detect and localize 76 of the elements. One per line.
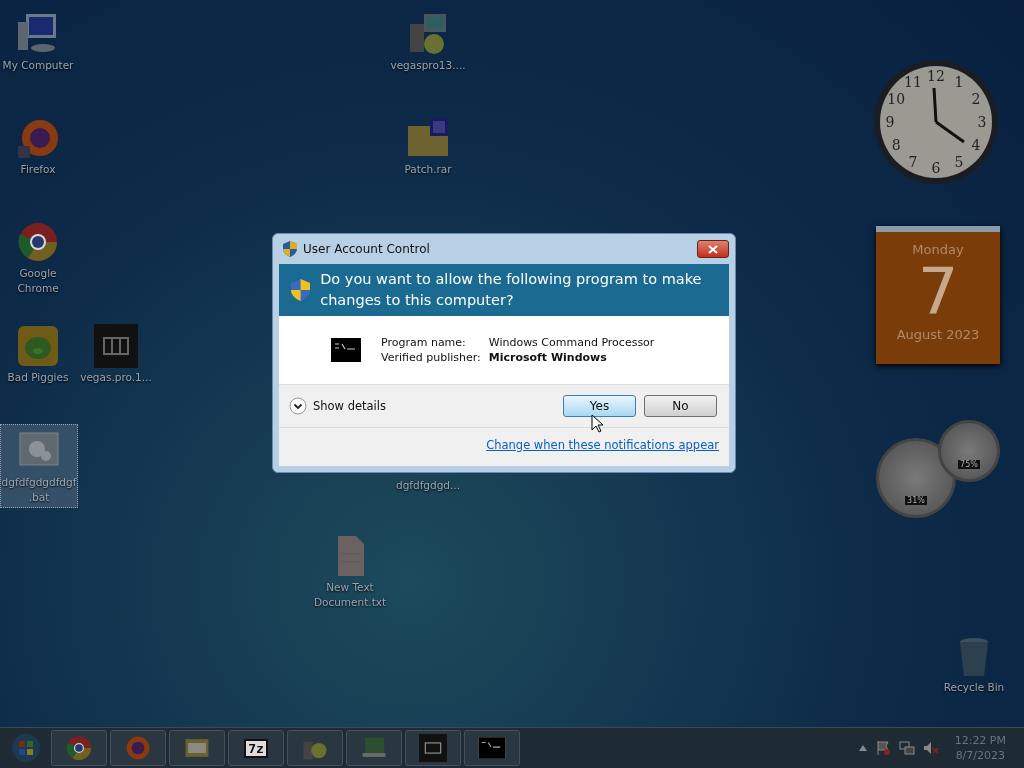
show-details-toggle[interactable]: Show details [289,397,555,415]
clock-numeral: 1 [954,74,964,91]
clock-numeral: 8 [891,137,901,153]
window-title: User Account Control [303,242,431,256]
gauge-reading: 75% [958,460,980,469]
detail-label: Program name: [381,336,467,349]
clock-numeral: 12 [927,68,945,84]
icon-label: My Computer [2,58,74,73]
mouse-cursor-icon [591,414,603,433]
command-prompt-icon [331,338,361,362]
film-icon [419,734,447,762]
icon-label: Firefox [20,162,56,177]
taskbar-button[interactable] [346,730,402,766]
caret-up-icon [858,745,867,751]
dialog-button[interactable]: No [644,395,717,417]
detail-label: Verified publisher: [381,351,481,364]
dialog-button[interactable]: Yes [563,395,636,417]
shield-icon [283,241,297,257]
desktop-icon[interactable]: vegas.pro.1... [78,320,154,387]
desktop-icon[interactable]: New Text Document.txt [312,530,388,612]
taskbar-button[interactable] [287,730,343,766]
taskbar-button[interactable] [51,730,107,766]
detail-value: Microsoft Windows [488,351,608,364]
question-text: Do you want to allow the following program to make changes to this computer? [320,270,703,310]
taskbar-button[interactable] [405,730,461,766]
flag-icon [874,740,891,756]
settings-link[interactable]: Change when these notifications appear [486,438,719,452]
clock-numeral: 6 [931,160,941,176]
icon-label: dgfdfgdgd... [395,478,461,493]
calendar-month: August 2023 [896,327,980,342]
icon-label: dgfdfgdgdfdgf.bat [1,475,77,505]
clock-time: 12:22 PM [954,733,1006,748]
detail-value: Windows Command Processor [488,336,655,349]
speaker-muted-icon [922,740,939,756]
clock-numeral: 5 [954,153,964,170]
icon-label: Recycle Bin [943,680,1005,695]
calendar-weekday: Monday [912,242,964,257]
desktop-icon[interactable]: dgfdfgdgdfdgf.bat [0,424,78,508]
close-button[interactable] [697,240,729,258]
clock-hands-drawing [932,87,965,144]
icon-label: Bad Piggies [7,370,69,385]
chrome-icon [65,734,93,762]
taskbar-button[interactable]: 7z [228,730,284,766]
gauge-reading: 31% [905,496,927,505]
network-icon [898,740,915,756]
firefox-icon [124,734,152,762]
clock-numeral: 11 [904,74,922,91]
icon-label: vegas.pro.1... [80,370,152,385]
chrome-icon [16,220,60,264]
desktop-icon[interactable]: Recycle Bin [936,630,1012,697]
clock-numeral: 9 [885,114,895,130]
icon-label: Google Chrome [16,266,60,296]
desktop-icon[interactable]: Bad Piggies [0,320,76,387]
icon-label: New Text Document.txt [312,580,388,610]
command-prompt-icon [478,737,506,759]
clock-numeral: 10 [887,91,906,107]
taskbar-button[interactable] [110,730,166,766]
chevron-down-icon [289,397,307,415]
clock-numeral: 4 [971,137,981,153]
desktop-icon[interactable]: Google Chrome [0,216,76,298]
clock-numeral: 2 [971,91,981,107]
clock-numeral: 7 [908,153,918,170]
icon-label: vegaspro13.... [390,58,466,73]
film-icon [94,324,138,368]
taskbar-button[interactable] [464,730,520,766]
icon-label: Patch.rar [404,162,452,177]
desktop-icon[interactable]: vegaspro13.... [390,8,466,75]
desktop-icon[interactable]: My Computer [0,8,76,75]
desktop-icon[interactable]: Firefox [0,112,76,179]
close-icon [708,244,718,254]
calendar-day: 7 [917,257,959,327]
desktop-icon[interactable]: Patch.rar [390,112,466,179]
clock-numeral: 3 [977,114,987,130]
clock-date: 8/7/2023 [955,748,1006,763]
taskbar-button[interactable] [169,730,225,766]
archive-app-icon: 7z [244,738,268,758]
